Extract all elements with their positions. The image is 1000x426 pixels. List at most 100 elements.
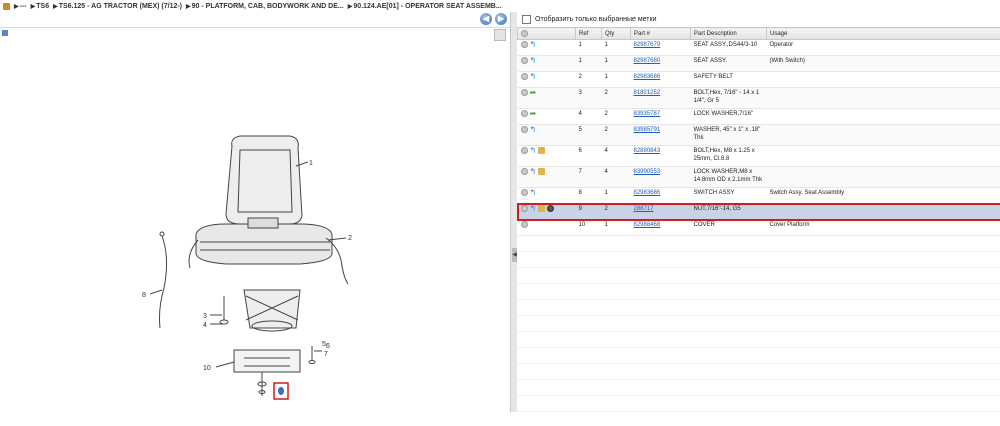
table-row[interactable]: 10182988468COVERCover Platform [518, 220, 1000, 236]
row-ref: 6 [576, 146, 602, 167]
part-number-link[interactable]: 82987680 [634, 58, 661, 64]
part-number-link[interactable]: 82880843 [634, 148, 661, 154]
home-icon[interactable] [3, 3, 10, 10]
table-row[interactable]: ↰8182983686SWITCH ASSYSwitch Assy. Seat … [518, 188, 1000, 204]
row-description: SWITCH ASSY [691, 188, 767, 204]
info-icon[interactable] [521, 73, 528, 80]
info-icon[interactable] [521, 89, 528, 96]
settings-icon[interactable] [521, 30, 528, 37]
part-number-link[interactable]: 83990553 [634, 169, 661, 175]
breadcrumb-item-section[interactable]: 90 - PLATFORM, CAB, BODYWORK AND DE... [192, 3, 344, 10]
row-part-number[interactable]: 82983686 [631, 188, 691, 204]
part-number-link[interactable]: 83935787 [634, 111, 661, 117]
forward-arrow-icon[interactable]: ➦ [530, 89, 537, 96]
row-icons: ↰ [518, 204, 576, 220]
column-header-description[interactable]: Part Description [691, 28, 767, 40]
row-part-number[interactable]: 82987679 [631, 40, 691, 56]
nut-part-marker[interactable] [278, 387, 284, 395]
info-icon[interactable] [521, 205, 528, 212]
breadcrumb-item-model[interactable]: TS6 [36, 3, 49, 10]
table-row[interactable]: ➦3281821252BOLT,Hex, 7/16" - 14 x 1 1/4"… [518, 88, 1000, 109]
part-number-link[interactable]: 83985791 [634, 127, 661, 133]
callout-8[interactable]: 8 [142, 292, 146, 299]
forward-arrow-icon[interactable]: ➦ [530, 110, 537, 117]
callout-7[interactable]: 7 [324, 351, 328, 358]
column-header-usage[interactable]: Usage [767, 28, 1000, 40]
row-part-number[interactable]: 81821252 [631, 88, 691, 109]
row-ref: 10 [576, 220, 602, 236]
table-row[interactable]: ➦4283935787LOCK WASHER,7/16" [518, 109, 1000, 125]
breadcrumb-item-root[interactable]: --- [20, 3, 27, 10]
row-icons: ➦ [518, 88, 576, 109]
part-number-link[interactable]: 82983686 [634, 190, 661, 196]
breadcrumb-arrow-icon: ▶ [31, 3, 36, 10]
table-row[interactable]: ↰1182987679SEAT ASSY.,DS44/3-10Operator [518, 40, 1000, 56]
info-icon[interactable] [521, 41, 528, 48]
callout-4[interactable]: 4 [203, 322, 207, 329]
table-row[interactable]: ↰92288717NUT,7/16"-14, G5 [518, 204, 1000, 220]
filter-label[interactable]: Отобразить только выбранные метки [535, 16, 656, 23]
part-number-link[interactable]: 288717 [634, 206, 654, 212]
info-icon[interactable] [521, 126, 528, 133]
row-part-number[interactable]: 83990553 [631, 167, 691, 188]
package-icon[interactable] [538, 205, 545, 212]
row-qty: 1 [602, 40, 631, 56]
info-icon[interactable] [521, 147, 528, 154]
package-icon[interactable] [538, 168, 545, 175]
back-arrow-icon[interactable]: ↰ [530, 168, 537, 175]
table-row[interactable]: ↰2182983686SAFETY BELT [518, 72, 1000, 88]
callout-6[interactable]: 6 [326, 343, 330, 350]
column-header-ref[interactable]: Ref [576, 28, 602, 40]
info-icon[interactable] [521, 168, 528, 175]
row-part-number[interactable]: 82988468 [631, 220, 691, 236]
part-number-link[interactable]: 82987679 [634, 42, 661, 48]
info-icon[interactable] [521, 57, 528, 64]
gear-icon[interactable] [547, 205, 554, 212]
callout-1[interactable]: 1 [309, 160, 313, 167]
row-part-number[interactable]: 83935787 [631, 109, 691, 125]
row-icons: ↰ [518, 56, 576, 72]
back-arrow-icon[interactable]: ↰ [530, 126, 537, 133]
back-arrow-icon[interactable]: ↰ [530, 73, 537, 80]
table-row[interactable]: ↰5283985791WASHER, 45" x 1" x .18" Thk [518, 125, 1000, 146]
row-description: BOLT,Hex, 7/16" - 14 x 1 1/4", Gr 5 [691, 88, 767, 109]
row-part-number[interactable]: 82983686 [631, 72, 691, 88]
info-icon[interactable] [521, 110, 528, 117]
row-part-number[interactable]: 288717 [631, 204, 691, 220]
column-header-icons[interactable] [518, 28, 576, 40]
part-number-link[interactable]: 81821252 [634, 90, 661, 96]
column-header-qty[interactable]: Qty [602, 28, 631, 40]
forward-arrow-icon[interactable]: ▶ [495, 13, 507, 25]
back-arrow-icon[interactable]: ↰ [530, 147, 537, 154]
breadcrumb-item-tractor[interactable]: TS6.125 - AG TRACTOR (MEX) (7/12-) [59, 3, 182, 10]
back-arrow-icon[interactable]: ↰ [530, 189, 537, 196]
table-row[interactable]: ↰7483990553LOCK WASHER,M8 x 14.8mm OD x … [518, 167, 1000, 188]
row-ref: 5 [576, 125, 602, 146]
callout-3[interactable]: 3 [203, 313, 207, 320]
table-row[interactable]: ↰6482880843BOLT,Hex, M8 x 1.25 x 25mm, C… [518, 146, 1000, 167]
row-part-number[interactable]: 82987680 [631, 56, 691, 72]
back-arrow-icon[interactable]: ↰ [530, 41, 537, 48]
back-arrow-icon[interactable]: ◀ [480, 13, 492, 25]
filter-checkbox[interactable] [522, 15, 531, 24]
callout-2[interactable]: 2 [348, 235, 352, 242]
part-number-link[interactable]: 82983686 [634, 74, 661, 80]
column-header-part[interactable]: Part # [631, 28, 691, 40]
back-arrow-icon[interactable]: ↰ [530, 57, 537, 64]
info-icon[interactable] [521, 189, 528, 196]
row-qty: 4 [602, 167, 631, 188]
info-icon[interactable] [521, 221, 528, 228]
exploded-diagram[interactable]: 1 2 3 4 5 6 7 8 10 [0, 28, 510, 413]
row-part-number[interactable]: 82880843 [631, 146, 691, 167]
package-icon[interactable] [538, 147, 545, 154]
table-row[interactable]: ↰1182987680SEAT ASSY.(With Switch) [518, 56, 1000, 72]
diagram-pane[interactable]: 1 2 3 4 5 6 7 8 10 [0, 27, 510, 413]
diagram-scroll-button[interactable] [494, 29, 506, 41]
breadcrumb-item-assembly[interactable]: 90.124.AE[01] - OPERATOR SEAT ASSEMB... [353, 3, 501, 10]
back-arrow-icon[interactable]: ↰ [530, 205, 537, 212]
row-part-number[interactable]: 83985791 [631, 125, 691, 146]
print-icon[interactable] [2, 30, 8, 36]
row-icons: ↰ [518, 167, 576, 188]
callout-10[interactable]: 10 [203, 365, 211, 372]
part-number-link[interactable]: 82988468 [634, 222, 661, 228]
